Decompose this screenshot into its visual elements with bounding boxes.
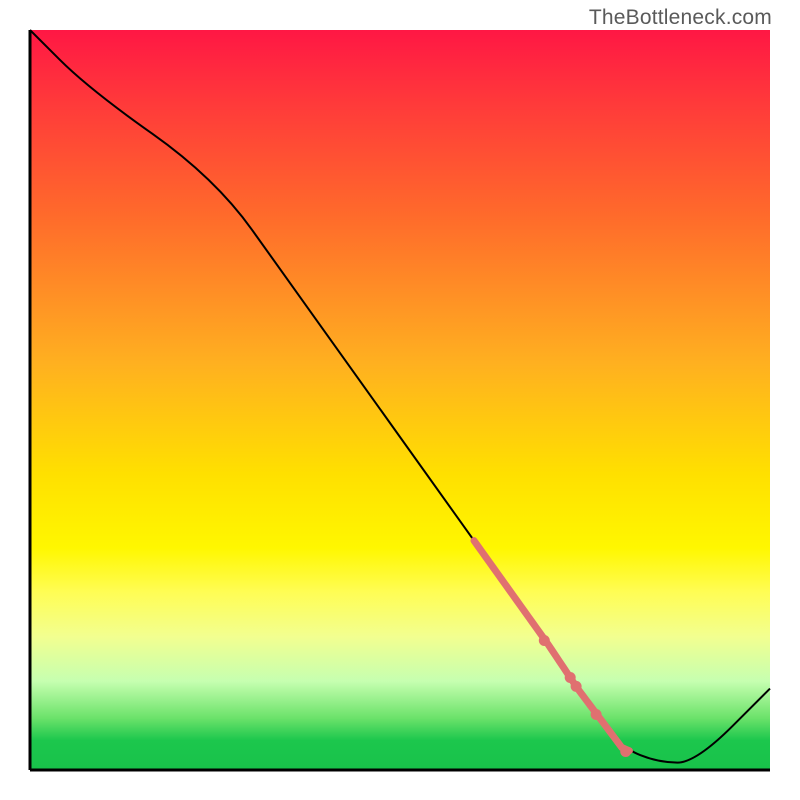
chart-canvas: TheBottleneck.com [0, 0, 800, 800]
watermark-text: TheBottleneck.com [589, 6, 772, 30]
chart-background-gradient [30, 30, 770, 770]
